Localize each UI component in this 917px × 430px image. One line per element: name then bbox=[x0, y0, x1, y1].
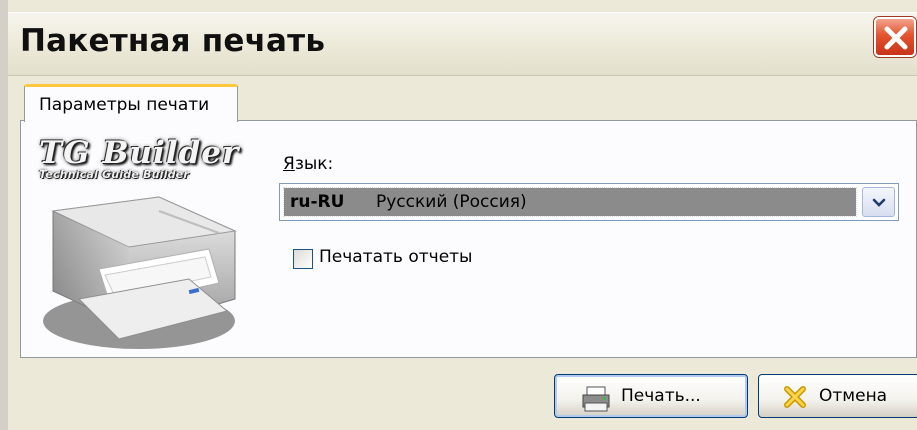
close-icon bbox=[884, 26, 908, 50]
tab-print-settings[interactable]: Параметры печати bbox=[24, 84, 238, 122]
language-select[interactable]: ru-RU Русский (Россия) bbox=[279, 183, 899, 221]
close-button[interactable] bbox=[874, 17, 916, 57]
language-selected-item: ru-RU Русский (Россия) bbox=[283, 187, 857, 217]
language-label-rest: зык: bbox=[294, 154, 334, 174]
chevron-down-icon bbox=[872, 198, 886, 207]
print-button-label: Печать... bbox=[621, 386, 701, 406]
language-name: Русский (Россия) bbox=[376, 192, 527, 212]
language-code: ru-RU bbox=[290, 192, 345, 212]
cancel-button-label: Отмена bbox=[819, 386, 888, 406]
language-label-accesskey: Я bbox=[283, 154, 295, 174]
language-label: Язык: bbox=[283, 154, 333, 174]
printer-illustration bbox=[43, 196, 237, 349]
printer-icon bbox=[582, 386, 610, 412]
print-reports-label[interactable]: Печатать отчеты bbox=[319, 247, 472, 267]
print-button[interactable]: Печать... bbox=[554, 374, 748, 418]
window-title: Пакетная печать bbox=[20, 23, 326, 59]
title-bar[interactable]: Пакетная печать bbox=[8, 12, 917, 76]
logo-title: TG Builder bbox=[39, 135, 240, 171]
language-dropdown-button[interactable] bbox=[862, 187, 895, 217]
batch-print-dialog: Пакетная печать Параметры печати TG Buil… bbox=[0, 0, 917, 430]
cancel-button[interactable]: Отмена bbox=[758, 374, 917, 418]
print-settings-panel: TG Builder Technical Guide Builder Язык:… bbox=[20, 120, 917, 358]
cancel-x-icon bbox=[784, 386, 806, 408]
tab-label: Параметры печати bbox=[39, 95, 210, 115]
print-reports-checkbox[interactable] bbox=[293, 249, 313, 269]
